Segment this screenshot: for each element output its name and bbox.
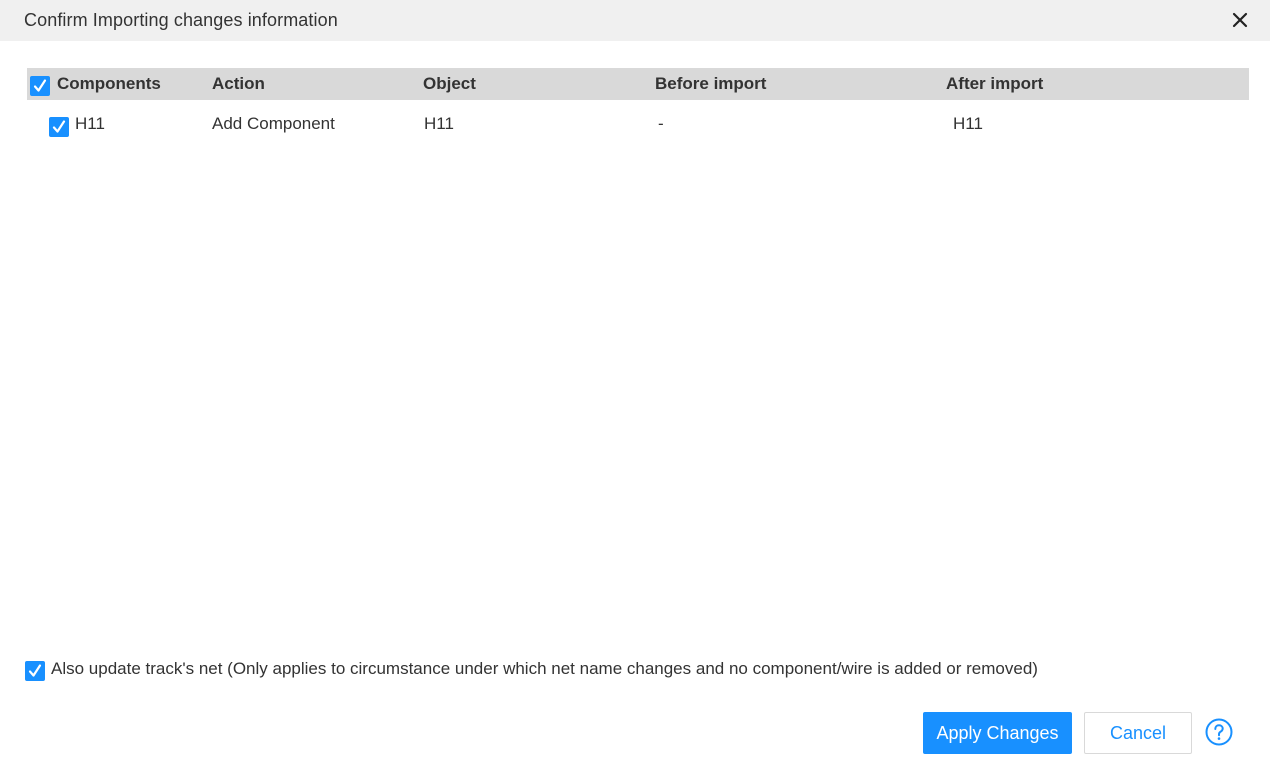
apply-changes-button[interactable]: Apply Changes — [923, 712, 1072, 754]
dialog-titlebar: Confirm Importing changes information — [0, 0, 1270, 41]
row-after-import: H11 — [953, 114, 983, 133]
confirm-import-dialog: Confirm Importing changes information Co… — [0, 0, 1270, 774]
row-component: H11 — [75, 114, 105, 133]
column-header-after-import: After import — [946, 74, 1044, 93]
row-checkbox[interactable] — [49, 117, 69, 137]
checkmark-icon — [33, 79, 47, 92]
column-header-components: Components — [57, 74, 161, 93]
close-button[interactable] — [1228, 8, 1252, 32]
cancel-button[interactable]: Cancel — [1084, 712, 1192, 754]
close-icon — [1232, 12, 1248, 28]
row-object: H11 — [424, 114, 454, 133]
help-button[interactable] — [1204, 717, 1234, 747]
checkmark-icon — [28, 664, 42, 677]
column-header-object: Object — [423, 74, 476, 93]
column-header-before-import: Before import — [655, 74, 767, 93]
update-track-net-checkbox[interactable] — [25, 661, 45, 681]
table-header: Components Action Object Before import A… — [27, 68, 1249, 100]
select-all-checkbox[interactable] — [30, 76, 50, 96]
row-action: Add Component — [212, 114, 335, 133]
question-circle-icon — [1205, 718, 1233, 746]
column-header-action: Action — [212, 74, 265, 93]
dialog-title: Confirm Importing changes information — [24, 10, 338, 30]
checkmark-icon — [52, 120, 66, 133]
update-track-net-label: Also update track's net (Only applies to… — [51, 659, 1038, 678]
row-before-import: - — [658, 114, 664, 133]
